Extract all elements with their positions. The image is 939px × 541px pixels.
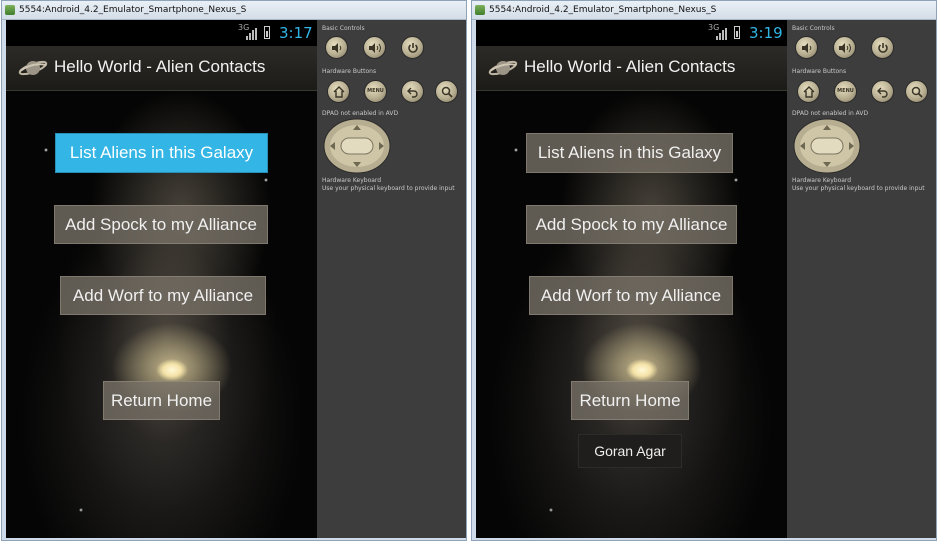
window-titlebar[interactable]: 5554:Android_4.2_Emulator_Smartphone_Nex… (472, 1, 936, 20)
app-icon (5, 5, 15, 15)
window-title: 5554:Android_4.2_Emulator_Smartphone_Nex… (489, 5, 717, 15)
return-home-button[interactable]: Return Home (571, 381, 689, 420)
back-icon[interactable] (871, 80, 894, 103)
keyboard-title: Hardware Keyboard (792, 177, 852, 184)
volume-down-icon[interactable] (325, 36, 348, 59)
menu-button[interactable]: MENU (834, 80, 857, 103)
emulator-window-left: 5554:Android_4.2_Emulator_Smartphone_Nex… (1, 0, 467, 541)
basic-controls-label: Basic Controls (792, 25, 835, 32)
battery-icon (264, 26, 270, 39)
hardware-buttons-label: Hardware Buttons (322, 68, 377, 75)
search-icon[interactable] (905, 80, 928, 103)
status-bar: 3G 3:17 (6, 20, 317, 46)
menu-button[interactable]: MENU (364, 80, 387, 103)
keyboard-note: Use your physical keyboard to provide in… (322, 185, 455, 192)
emulator-controls-panel: Basic Controls Hardware Buttons MENU DPA… (317, 20, 466, 538)
emulator-controls-panel: Basic Controls Hardware Buttons MENU DPA… (787, 20, 936, 538)
add-spock-button[interactable]: Add Spock to my Alliance (54, 205, 268, 244)
add-spock-button[interactable]: Add Spock to my Alliance (526, 205, 737, 244)
power-icon[interactable] (401, 36, 424, 59)
app-title: Hello World - Alien Contacts (54, 57, 266, 76)
action-bar: Hello World - Alien Contacts (6, 46, 317, 91)
clock: 3:19 (749, 24, 783, 42)
volume-up-icon[interactable] (363, 36, 386, 59)
keyboard-title: Hardware Keyboard (322, 177, 382, 184)
planet-icon (488, 60, 518, 76)
return-home-button[interactable]: Return Home (103, 381, 220, 420)
list-aliens-button[interactable]: List Aliens in this Galaxy (55, 133, 268, 173)
device-screen: 3G 3:17 Hello World - Alien Contacts Lis… (6, 20, 317, 538)
emulator-window-right: 5554:Android_4.2_Emulator_Smartphone_Nex… (471, 0, 937, 541)
action-bar: Hello World - Alien Contacts (476, 46, 787, 91)
app-icon (475, 5, 485, 15)
window-title: 5554:Android_4.2_Emulator_Smartphone_Nex… (19, 5, 247, 15)
device-screen: 3G 3:19 Hello World - Alien Contacts Lis… (476, 20, 787, 538)
list-aliens-button[interactable]: List Aliens in this Galaxy (526, 133, 733, 173)
planet-icon (18, 60, 48, 76)
home-icon[interactable] (797, 80, 820, 103)
menu-label: MENU (837, 88, 854, 94)
toast-message: Goran Agar (578, 434, 682, 468)
signal-icon (246, 28, 258, 40)
home-icon[interactable] (327, 80, 350, 103)
hardware-buttons-label: Hardware Buttons (792, 68, 847, 75)
dpad-note: DPAD not enabled in AVD (322, 110, 399, 117)
dpad-note: DPAD not enabled in AVD (792, 110, 869, 117)
basic-controls-label: Basic Controls (322, 25, 365, 32)
dpad-icon (793, 118, 861, 174)
power-icon[interactable] (871, 36, 894, 59)
volume-down-icon[interactable] (795, 36, 818, 59)
add-worf-button[interactable]: Add Worf to my Alliance (529, 276, 733, 315)
volume-up-icon[interactable] (833, 36, 856, 59)
signal-icon (716, 28, 728, 40)
battery-icon (734, 26, 740, 39)
menu-label: MENU (367, 88, 384, 94)
search-icon[interactable] (435, 80, 458, 103)
back-icon[interactable] (401, 80, 424, 103)
status-bar: 3G 3:19 (476, 20, 787, 46)
add-worf-button[interactable]: Add Worf to my Alliance (60, 276, 266, 315)
dpad-icon (323, 118, 391, 174)
keyboard-note: Use your physical keyboard to provide in… (792, 185, 925, 192)
window-titlebar[interactable]: 5554:Android_4.2_Emulator_Smartphone_Nex… (2, 1, 466, 20)
clock: 3:17 (279, 24, 313, 42)
app-title: Hello World - Alien Contacts (524, 57, 736, 76)
